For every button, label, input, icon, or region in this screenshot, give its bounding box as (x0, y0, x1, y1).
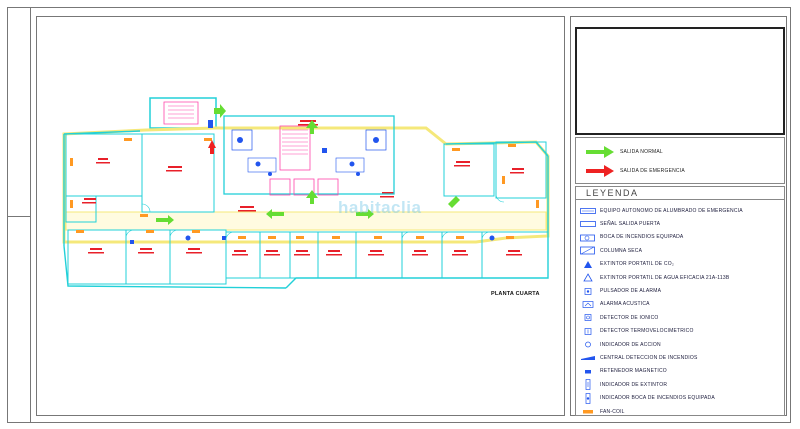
legend-item: ALARMA ACUSTICA (576, 298, 784, 311)
legend-item: DETECTOR DE IONICO (576, 311, 784, 324)
legend-item-label: EXTINTOR PORTATIL DE AGUA EFICACIA 21A-1… (600, 274, 730, 281)
exit-sign-icon (579, 219, 597, 230)
legend-item: SEÑAL SALIDA PUERTA (576, 217, 784, 230)
room-labels-upper (96, 157, 182, 172)
emergency-light-icon (579, 205, 597, 216)
dry-riser-icon (579, 245, 597, 256)
floor-plan (62, 97, 550, 289)
left-strip-divider (7, 216, 31, 217)
lower-room-tags (88, 248, 522, 256)
legend-item: EXTINTOR PORTATIL DE AGUA EFICACIA 21A-1… (576, 271, 784, 284)
legend-item-label: BOCA DE INCENDIOS EQUIPADA (600, 234, 684, 241)
ionic-detector-icon (579, 312, 597, 323)
red-arrow-icon (586, 165, 614, 177)
fire-control-panel-icon (579, 352, 597, 363)
green-arrow-icon (586, 146, 614, 158)
legend-item: INDICADOR BOCA DE INCENDIOS EQUIPADA (576, 391, 784, 404)
arrow-key-emergency-label: SALIDA DE EMERGENCIA (620, 168, 685, 174)
legend-item-label: EQUIPO AUTONOMO DE ALUMBRADO DE EMERGENC… (600, 207, 743, 214)
legend: LEYENDA EQUIPO AUTONOMO DE ALUMBRADO DE … (575, 186, 785, 416)
legend-item: EQUIPO AUTONOMO DE ALUMBRADO DE EMERGENC… (576, 204, 784, 217)
legend-item-label: INDICADOR DE EXTINTOR (600, 381, 668, 388)
legend-item-label: PULSADOR DE ALARMA (600, 288, 662, 295)
left-binding-strip (7, 7, 31, 423)
arrow-key-normal-label: SALIDA NORMAL (620, 149, 663, 155)
legend-title: LEYENDA (576, 187, 784, 200)
alarm-button-icon (579, 286, 597, 297)
legend-item-label: EXTINTOR PORTATIL DE CO₂ (600, 261, 674, 268)
legend-item: FAN-COIL (576, 405, 784, 418)
legend-item-label: ALARMA ACUSTICA (600, 301, 650, 308)
hose-indicator-icon (579, 392, 597, 404)
co2-extinguisher-icon (579, 259, 597, 270)
acoustic-alarm-icon (579, 299, 597, 310)
legend-item: DETECTOR TERMOVELOCIMETRICO (576, 325, 784, 338)
thermovelocimetric-detector-icon (579, 326, 597, 337)
legend-item: INDICADOR DE ACCION (576, 338, 784, 351)
legend-item: COLUMNA SECA (576, 244, 784, 257)
legend-item-label: FAN-COIL (600, 408, 625, 415)
legend-item-label: CENTRAL DETECCION DE INCENDIOS (600, 354, 698, 361)
legend-item-label: COLUMNA SECA (600, 247, 643, 254)
building-walls (63, 130, 549, 289)
legend-item: CENTRAL DETECCION DE INCENDIOS (576, 351, 784, 364)
legend-item-label: DETECTOR DE IONICO (600, 314, 659, 321)
magnetic-holder-icon (579, 366, 597, 377)
legend-list: EQUIPO AUTONOMO DE ALUMBRADO DE EMERGENC… (576, 204, 784, 418)
upper-left-rooms (65, 133, 215, 223)
corridor-band (65, 211, 547, 231)
fire-hose-icon (579, 232, 597, 243)
title-block (575, 27, 785, 135)
legend-item-label: INDICADOR DE ACCION (600, 341, 661, 348)
arrow-key-normal: SALIDA NORMAL (586, 145, 663, 159)
legend-item: PULSADOR DE ALARMA (576, 284, 784, 297)
lower-rooms (67, 229, 549, 285)
fan-coil-icon (579, 406, 597, 417)
legend-item: INDICADOR DE EXTINTOR (576, 378, 784, 391)
extinguisher-indicator-icon (579, 379, 597, 391)
emergency-exit-arrow (208, 140, 216, 154)
plan-caption: PLANTA CUARTA (491, 291, 540, 297)
water-extinguisher-icon (579, 272, 597, 283)
legend-item: BOCA DE INCENDIOS EQUIPADA (576, 231, 784, 244)
legend-item-label: DETECTOR TERMOVELOCIMETRICO (600, 328, 694, 335)
legend-item-label: INDICADOR BOCA DE INCENDIOS EQUIPADA (600, 395, 715, 402)
legend-item-label: SEÑAL SALIDA PUERTA (600, 221, 661, 228)
stair-core-top (149, 97, 217, 129)
legend-item-label: RETENEDOR MAGNETICO (600, 368, 667, 375)
exit-arrow-key: SALIDA NORMAL SALIDA DE EMERGENCIA (575, 137, 785, 184)
watermark: habitaclia (338, 198, 422, 217)
arrow-key-emergency: SALIDA DE EMERGENCIA (586, 164, 685, 178)
legend-item: RETENEDOR MAGNETICO (576, 365, 784, 378)
action-indicator-icon (579, 339, 597, 350)
legend-item: EXTINTOR PORTATIL DE CO₂ (576, 258, 784, 271)
